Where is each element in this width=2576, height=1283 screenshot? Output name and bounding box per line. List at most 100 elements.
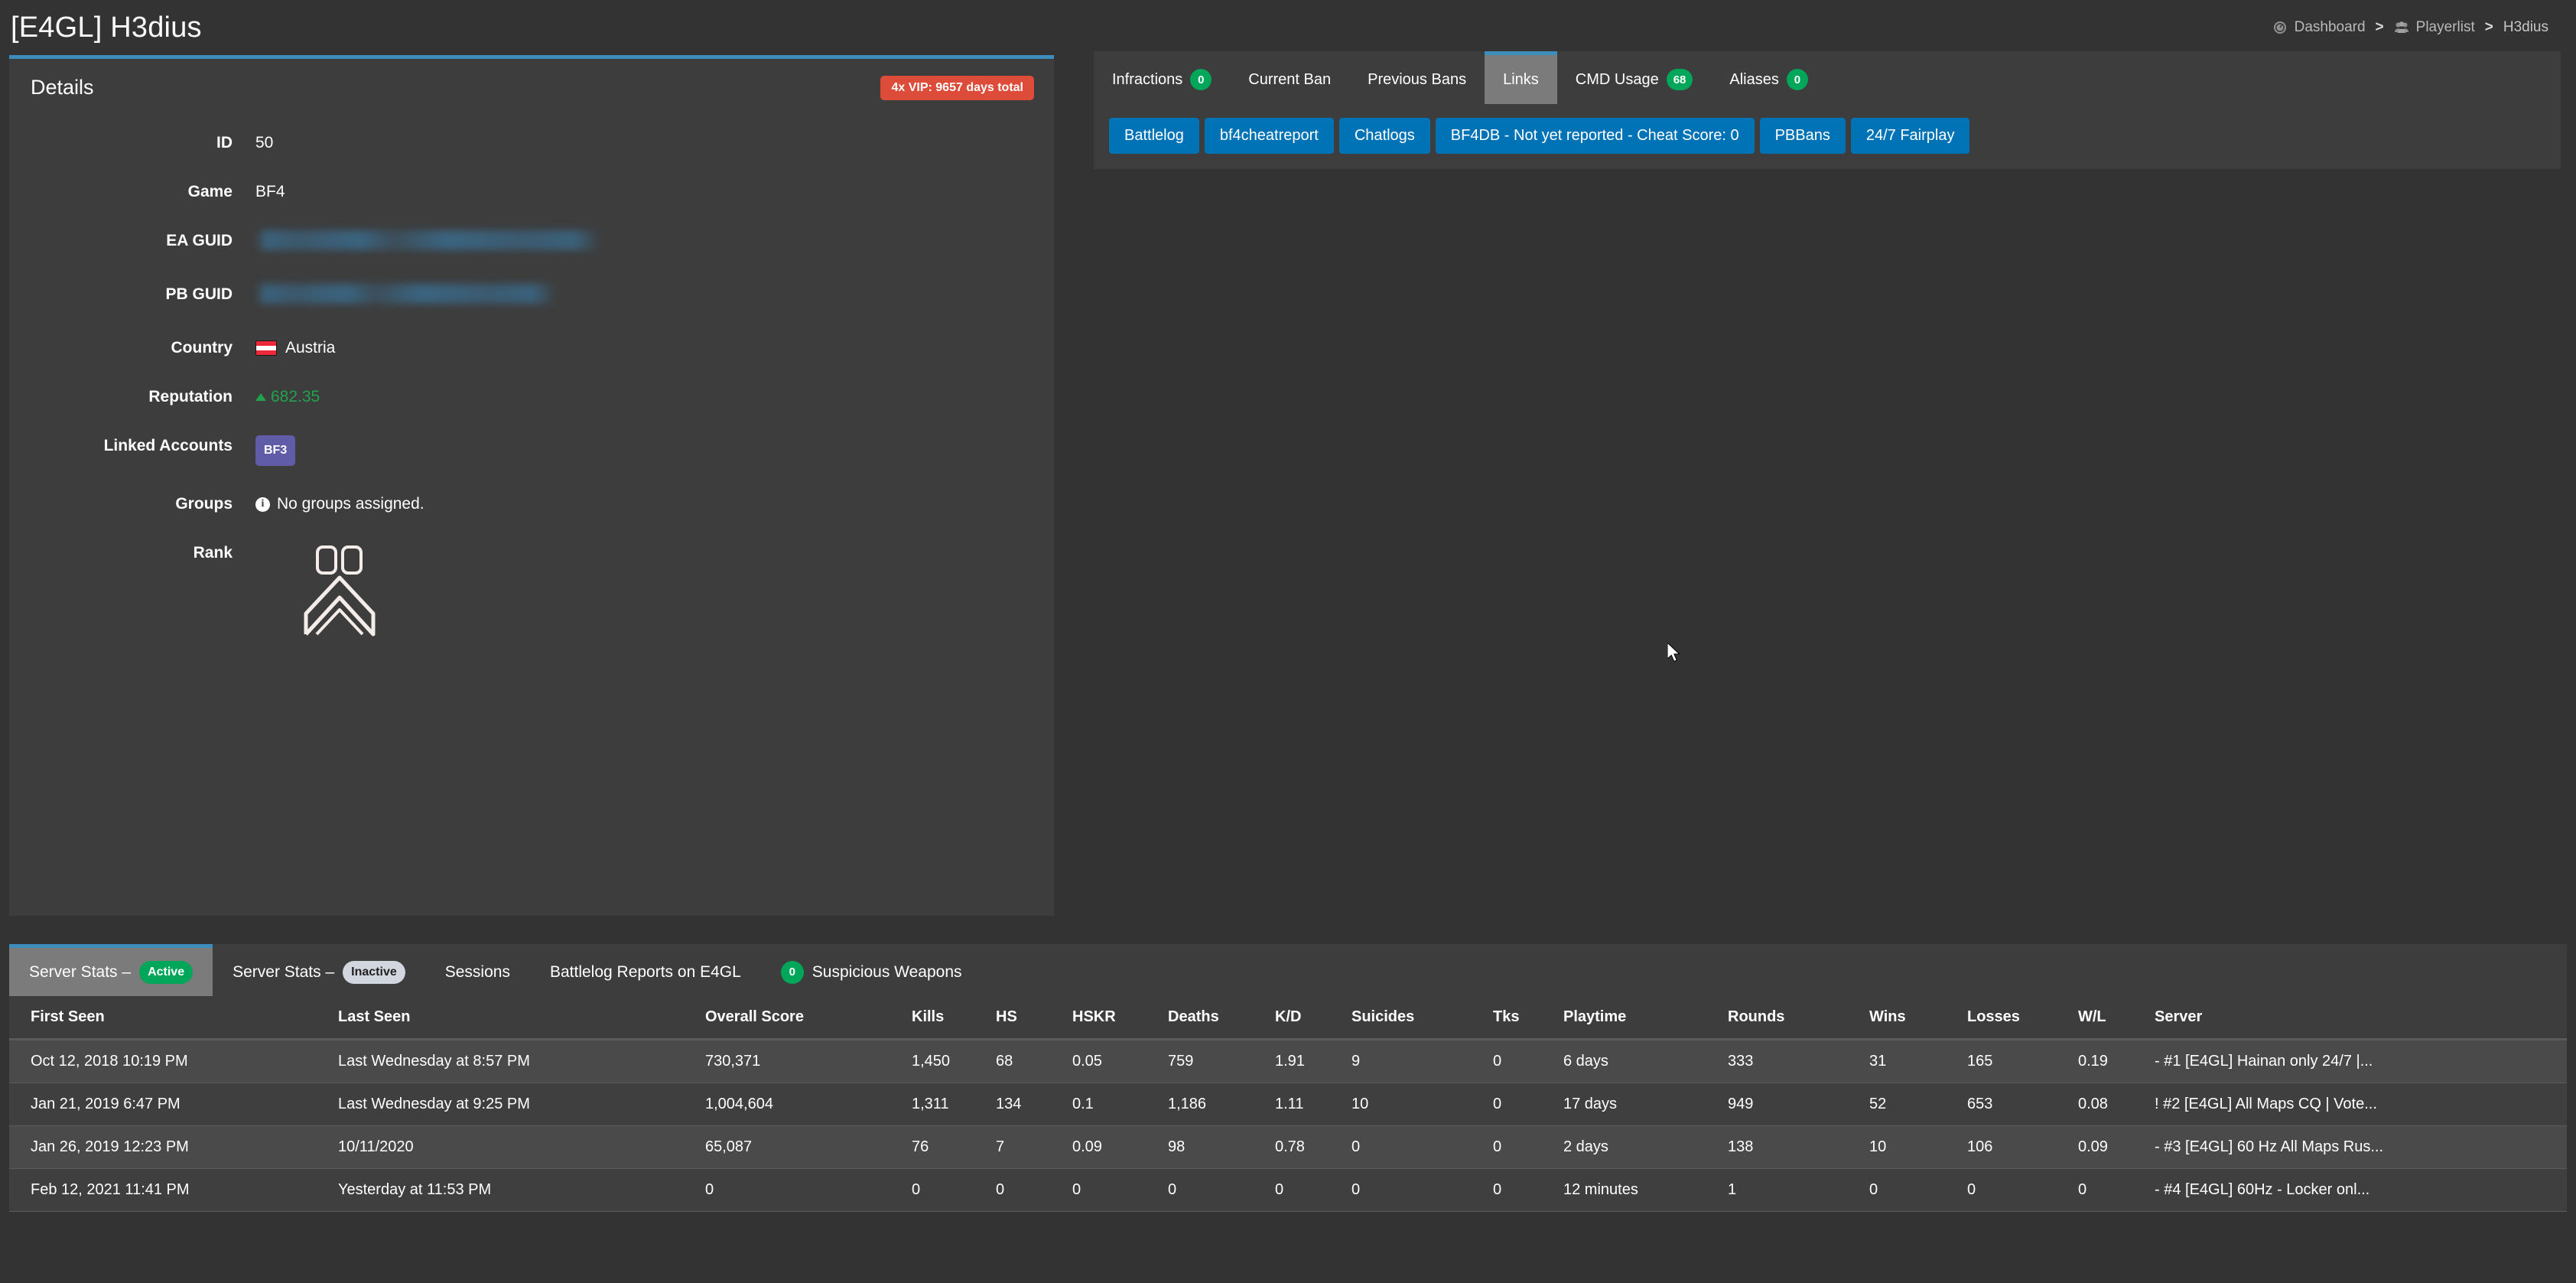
cell-server[interactable]: - #4 [E4GL] 60Hz - Locker onl...: [2155, 1168, 2567, 1212]
dashboard-icon: [2272, 20, 2288, 35]
cell-server[interactable]: - #1 [E4GL] Hainan only 24/7 |...: [2155, 1039, 2567, 1083]
cell-wins: 0: [1869, 1168, 1967, 1212]
tab-server-stats-inactive-badge: Inactive: [343, 960, 405, 984]
tab-aliases[interactable]: Aliases 0: [1711, 55, 1826, 104]
details-row-ea-guid: EA GUID: [9, 230, 1054, 256]
cell-wl: 0.09: [2078, 1125, 2155, 1169]
value-id: 50: [255, 134, 274, 151]
link-button-battlelog[interactable]: Battlelog: [1109, 118, 1199, 154]
tab-links[interactable]: Links: [1485, 51, 1557, 104]
top-bar: [E4GL] H3dius Dashboard > Playerlist > H…: [0, 0, 2576, 55]
value-rank: [298, 542, 382, 648]
details-row-rank: Rank: [9, 542, 1054, 648]
col-playtime[interactable]: Playtime: [1563, 996, 1728, 1040]
users-icon: [2394, 20, 2409, 35]
cell-last-seen: Yesterday at 11:53 PM: [338, 1168, 705, 1212]
tab-battlelog-reports-label: Battlelog Reports on E4GL: [549, 962, 741, 981]
value-groups: i No groups assigned.: [255, 493, 424, 515]
tab-cmd-usage-label: CMD Usage: [1575, 70, 1659, 88]
col-last-seen[interactable]: Last Seen: [338, 996, 705, 1040]
col-losses[interactable]: Losses: [1967, 996, 2078, 1040]
austria-flag-icon: [255, 340, 277, 356]
cell-suicides: 0: [1351, 1125, 1493, 1169]
table-row[interactable]: Jan 26, 2019 12:23 PM 10/11/2020 65,087 …: [9, 1125, 2567, 1169]
value-ea-guid[interactable]: [255, 230, 601, 256]
details-form: ID 50 Game BF4 EA GUID PB GUID Country A…: [9, 116, 1054, 648]
link-button-247-fairplay[interactable]: 24/7 Fairplay: [1850, 118, 1970, 154]
cell-kd: 0: [1275, 1168, 1351, 1212]
col-wl[interactable]: W/L: [2078, 996, 2155, 1040]
label-ea-guid: EA GUID: [166, 232, 233, 249]
breadcrumb-playerlist[interactable]: Playerlist: [2394, 19, 2475, 36]
tab-cmd-usage[interactable]: CMD Usage 68: [1557, 55, 1712, 104]
tab-server-stats-inactive[interactable]: Server Stats – Inactive: [213, 948, 425, 996]
cell-kills: 76: [912, 1125, 996, 1169]
reputation-number: 682.35: [271, 388, 320, 405]
cell-wl: 0.08: [2078, 1083, 2155, 1126]
link-button-bf4cheatreport[interactable]: bf4cheatreport: [1204, 118, 1334, 154]
label-pb-guid: PB GUID: [165, 285, 233, 303]
tab-suspicious-weapons-badge: 0: [780, 960, 804, 984]
col-suicides[interactable]: Suicides: [1351, 996, 1493, 1040]
cell-playtime: 17 days: [1563, 1083, 1728, 1126]
ea-guid-redacted: [255, 230, 601, 250]
tab-server-stats-active[interactable]: Server Stats – Active: [9, 944, 213, 996]
cell-deaths: 98: [1168, 1125, 1275, 1169]
link-button-bf4db[interactable]: BF4DB - Not yet reported - Cheat Score: …: [1435, 118, 1755, 154]
col-wins[interactable]: Wins: [1869, 996, 1967, 1040]
col-overall-score[interactable]: Overall Score: [705, 996, 912, 1040]
details-panel-header: Details 4x VIP: 9657 days total: [9, 59, 1054, 116]
link-button-chatlogs[interactable]: Chatlogs: [1338, 118, 1430, 154]
col-tks[interactable]: Tks: [1493, 996, 1563, 1040]
cell-tks: 0: [1493, 1083, 1563, 1126]
breadcrumb-dashboard-label: Dashboard: [2294, 19, 2366, 35]
col-rounds[interactable]: Rounds: [1728, 996, 1869, 1040]
cell-first-seen: Feb 12, 2021 11:41 PM: [9, 1168, 338, 1212]
label-game: Game: [187, 183, 233, 200]
table-row[interactable]: Feb 12, 2021 11:41 PM Yesterday at 11:53…: [9, 1168, 2567, 1212]
cell-losses: 106: [1967, 1125, 2078, 1169]
details-row-pb-guid: PB GUID: [9, 284, 1054, 310]
player-profile-page: [E4GL] H3dius Dashboard > Playerlist > H…: [0, 0, 2576, 1283]
tab-sessions[interactable]: Sessions: [425, 948, 530, 996]
server-stats-panel: Server Stats – Active Server Stats – Ina…: [9, 944, 2567, 1212]
tab-previous-bans[interactable]: Previous Bans: [1349, 55, 1485, 104]
col-deaths[interactable]: Deaths: [1168, 996, 1275, 1040]
col-kd[interactable]: K/D: [1275, 996, 1351, 1040]
breadcrumb-dashboard[interactable]: Dashboard: [2272, 19, 2366, 36]
cell-kills: 0: [912, 1168, 996, 1212]
value-reputation: 682.35: [255, 386, 320, 408]
col-server[interactable]: Server: [2155, 996, 2567, 1040]
cell-server[interactable]: - #3 [E4GL] 60 Hz All Maps Rus...: [2155, 1125, 2567, 1169]
table-row[interactable]: Oct 12, 2018 10:19 PM Last Wednesday at …: [9, 1039, 2567, 1083]
cell-kills: 1,450: [912, 1039, 996, 1083]
country-label: Austria: [285, 339, 336, 357]
cell-server[interactable]: ! #2 [E4GL] All Maps CQ | Vote...: [2155, 1083, 2567, 1126]
cell-rounds: 949: [1728, 1083, 1869, 1126]
label-groups: Groups: [175, 495, 233, 513]
col-hskr[interactable]: HSKR: [1072, 996, 1168, 1040]
cell-wins: 10: [1869, 1125, 1967, 1169]
cell-last-seen: Last Wednesday at 9:25 PM: [338, 1083, 705, 1126]
page-title: [E4GL] H3dius: [11, 11, 202, 44]
details-row-groups: Groups i No groups assigned.: [9, 493, 1054, 515]
cell-last-seen: Last Wednesday at 8:57 PM: [338, 1039, 705, 1083]
cell-deaths: 0: [1168, 1168, 1275, 1212]
cell-kd: 1.11: [1275, 1083, 1351, 1126]
details-panel: Details 4x VIP: 9657 days total ID 50 Ga…: [9, 55, 1054, 916]
tab-infractions[interactable]: Infractions 0: [1094, 55, 1230, 104]
col-hs[interactable]: HS: [996, 996, 1072, 1040]
cell-losses: 653: [1967, 1083, 2078, 1126]
tab-current-ban[interactable]: Current Ban: [1230, 55, 1349, 104]
tab-cmd-usage-badge: 68: [1666, 69, 1693, 90]
col-first-seen[interactable]: First Seen: [9, 996, 338, 1040]
col-kills[interactable]: Kills: [912, 996, 996, 1040]
tab-battlelog-reports[interactable]: Battlelog Reports on E4GL: [530, 948, 761, 996]
table-row[interactable]: Jan 21, 2019 6:47 PM Last Wednesday at 9…: [9, 1083, 2567, 1126]
details-row-id: ID 50: [9, 132, 1054, 154]
tab-suspicious-weapons[interactable]: 0 Suspicious Weapons: [761, 948, 982, 996]
cell-hskr: 0: [1072, 1168, 1168, 1212]
value-pb-guid[interactable]: [255, 284, 557, 310]
link-button-pbbans[interactable]: PBBans: [1759, 118, 1846, 154]
linked-account-bf3-badge[interactable]: BF3: [255, 435, 296, 466]
